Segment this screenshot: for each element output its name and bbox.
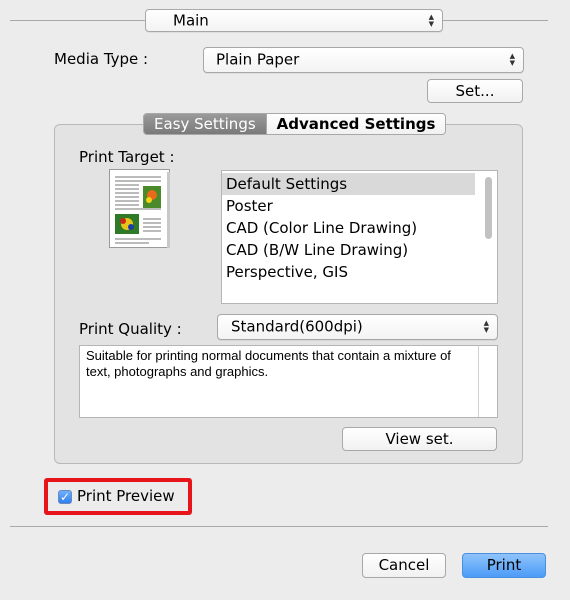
media-type-label: Media Type : xyxy=(54,50,149,68)
list-item[interactable]: CAD (Color Line Drawing) xyxy=(222,217,497,239)
top-divider-right xyxy=(443,20,548,21)
list-item[interactable]: Poster xyxy=(222,195,497,217)
document-thumbnail-icon xyxy=(109,169,171,249)
print-quality-label: Print Quality : xyxy=(79,320,182,338)
view-set-button[interactable]: View set. xyxy=(342,427,497,451)
updown-chevron-icon: ▲ ▼ xyxy=(428,12,434,28)
print-button[interactable]: Print xyxy=(462,553,546,578)
tab-easy-settings[interactable]: Easy Settings xyxy=(144,114,266,134)
section-popup[interactable]: Main ▲ ▼ xyxy=(145,9,443,32)
print-target-list[interactable]: Default Settings Poster CAD (Color Line … xyxy=(221,170,498,304)
list-scrollbar[interactable] xyxy=(485,177,492,239)
print-target-label: Print Target : xyxy=(79,148,175,166)
print-preview-checkbox[interactable]: ✓ xyxy=(58,490,72,504)
print-quality-select[interactable]: Standard(600dpi) ▲ ▼ xyxy=(217,314,498,340)
media-type-select[interactable]: Plain Paper ▲ ▼ xyxy=(203,47,524,73)
description-text: Suitable for printing normal documents t… xyxy=(79,345,498,418)
list-item[interactable]: CAD (B/W Line Drawing) xyxy=(222,239,497,261)
updown-chevron-icon: ▲ ▼ xyxy=(509,52,515,67)
tab-advanced-settings[interactable]: Advanced Settings xyxy=(265,114,446,134)
print-quality-value: Standard(600dpi) xyxy=(231,317,363,336)
top-divider-left xyxy=(10,20,145,21)
set-button[interactable]: Set... xyxy=(427,79,523,103)
section-popup-value: Main xyxy=(173,11,209,29)
list-item[interactable]: Default Settings xyxy=(222,173,475,195)
media-type-value: Plain Paper xyxy=(216,50,300,69)
print-preview-label[interactable]: Print Preview xyxy=(77,487,175,505)
settings-tabs: Easy Settings Advanced Settings xyxy=(143,113,447,135)
bottom-divider xyxy=(10,526,548,527)
list-item[interactable]: Perspective, GIS xyxy=(222,261,497,283)
cancel-button[interactable]: Cancel xyxy=(362,553,446,578)
description-scroll-track xyxy=(478,346,479,417)
updown-chevron-icon: ▲ ▼ xyxy=(483,319,489,334)
description-content: Suitable for printing normal documents t… xyxy=(86,348,451,379)
